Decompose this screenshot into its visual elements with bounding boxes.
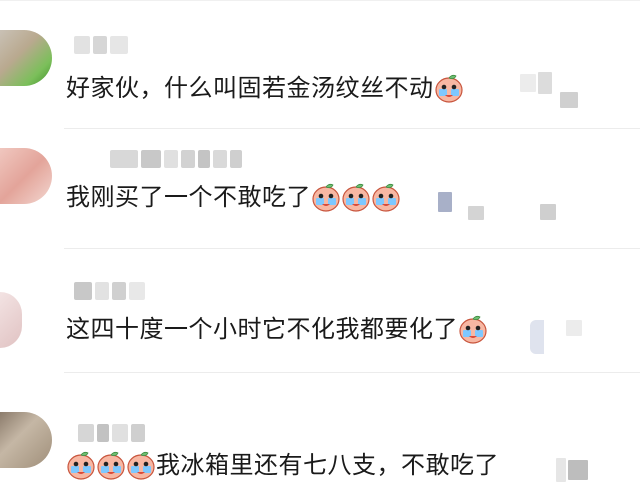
crying-peach-emoji-icon (372, 183, 400, 212)
blurred-region (560, 92, 578, 108)
avatar[interactable] (0, 30, 52, 86)
crying-peach-emoji-icon (67, 451, 95, 480)
comment-text: 这四十度一个小时它不化我都要化了 (66, 314, 488, 344)
blurred-region (530, 320, 544, 354)
comment-item: 好家伙，什么叫固若金汤纹丝不动 (0, 0, 640, 130)
blurred-region (540, 204, 556, 220)
avatar[interactable] (0, 292, 22, 348)
comment-item: 我刚买了一个不敢吃了 (0, 130, 640, 249)
divider (64, 372, 640, 373)
comment-item: 我冰箱里还有七八支，不敢吃了 (0, 374, 640, 503)
crying-peach-emoji-icon (434, 74, 463, 103)
blurred-region (468, 206, 484, 220)
crying-peach-emoji-icon (127, 451, 155, 480)
comment-text: 我冰箱里还有七八支，不敢吃了 (66, 450, 499, 480)
crying-peach-emoji-icon (97, 451, 125, 480)
blurred-region (520, 72, 552, 94)
username-blurred (78, 424, 145, 442)
comment-text: 我刚买了一个不敢吃了 (66, 182, 401, 212)
divider (64, 128, 640, 129)
blurred-region (566, 320, 582, 336)
comment-text: 好家伙，什么叫固若金汤纹丝不动 (66, 73, 464, 103)
username-blurred (74, 36, 128, 54)
avatar[interactable] (0, 412, 52, 468)
crying-peach-emoji-icon (459, 315, 487, 344)
avatar[interactable] (0, 148, 52, 204)
blurred-region (438, 192, 452, 212)
username-blurred (110, 150, 242, 168)
comment-item: 这四十度一个小时它不化我都要化了 (0, 250, 640, 373)
username-blurred (74, 282, 145, 300)
crying-peach-emoji-icon (342, 183, 370, 212)
blurred-region (556, 458, 588, 482)
divider (64, 248, 640, 249)
crying-peach-emoji-icon (312, 183, 340, 212)
